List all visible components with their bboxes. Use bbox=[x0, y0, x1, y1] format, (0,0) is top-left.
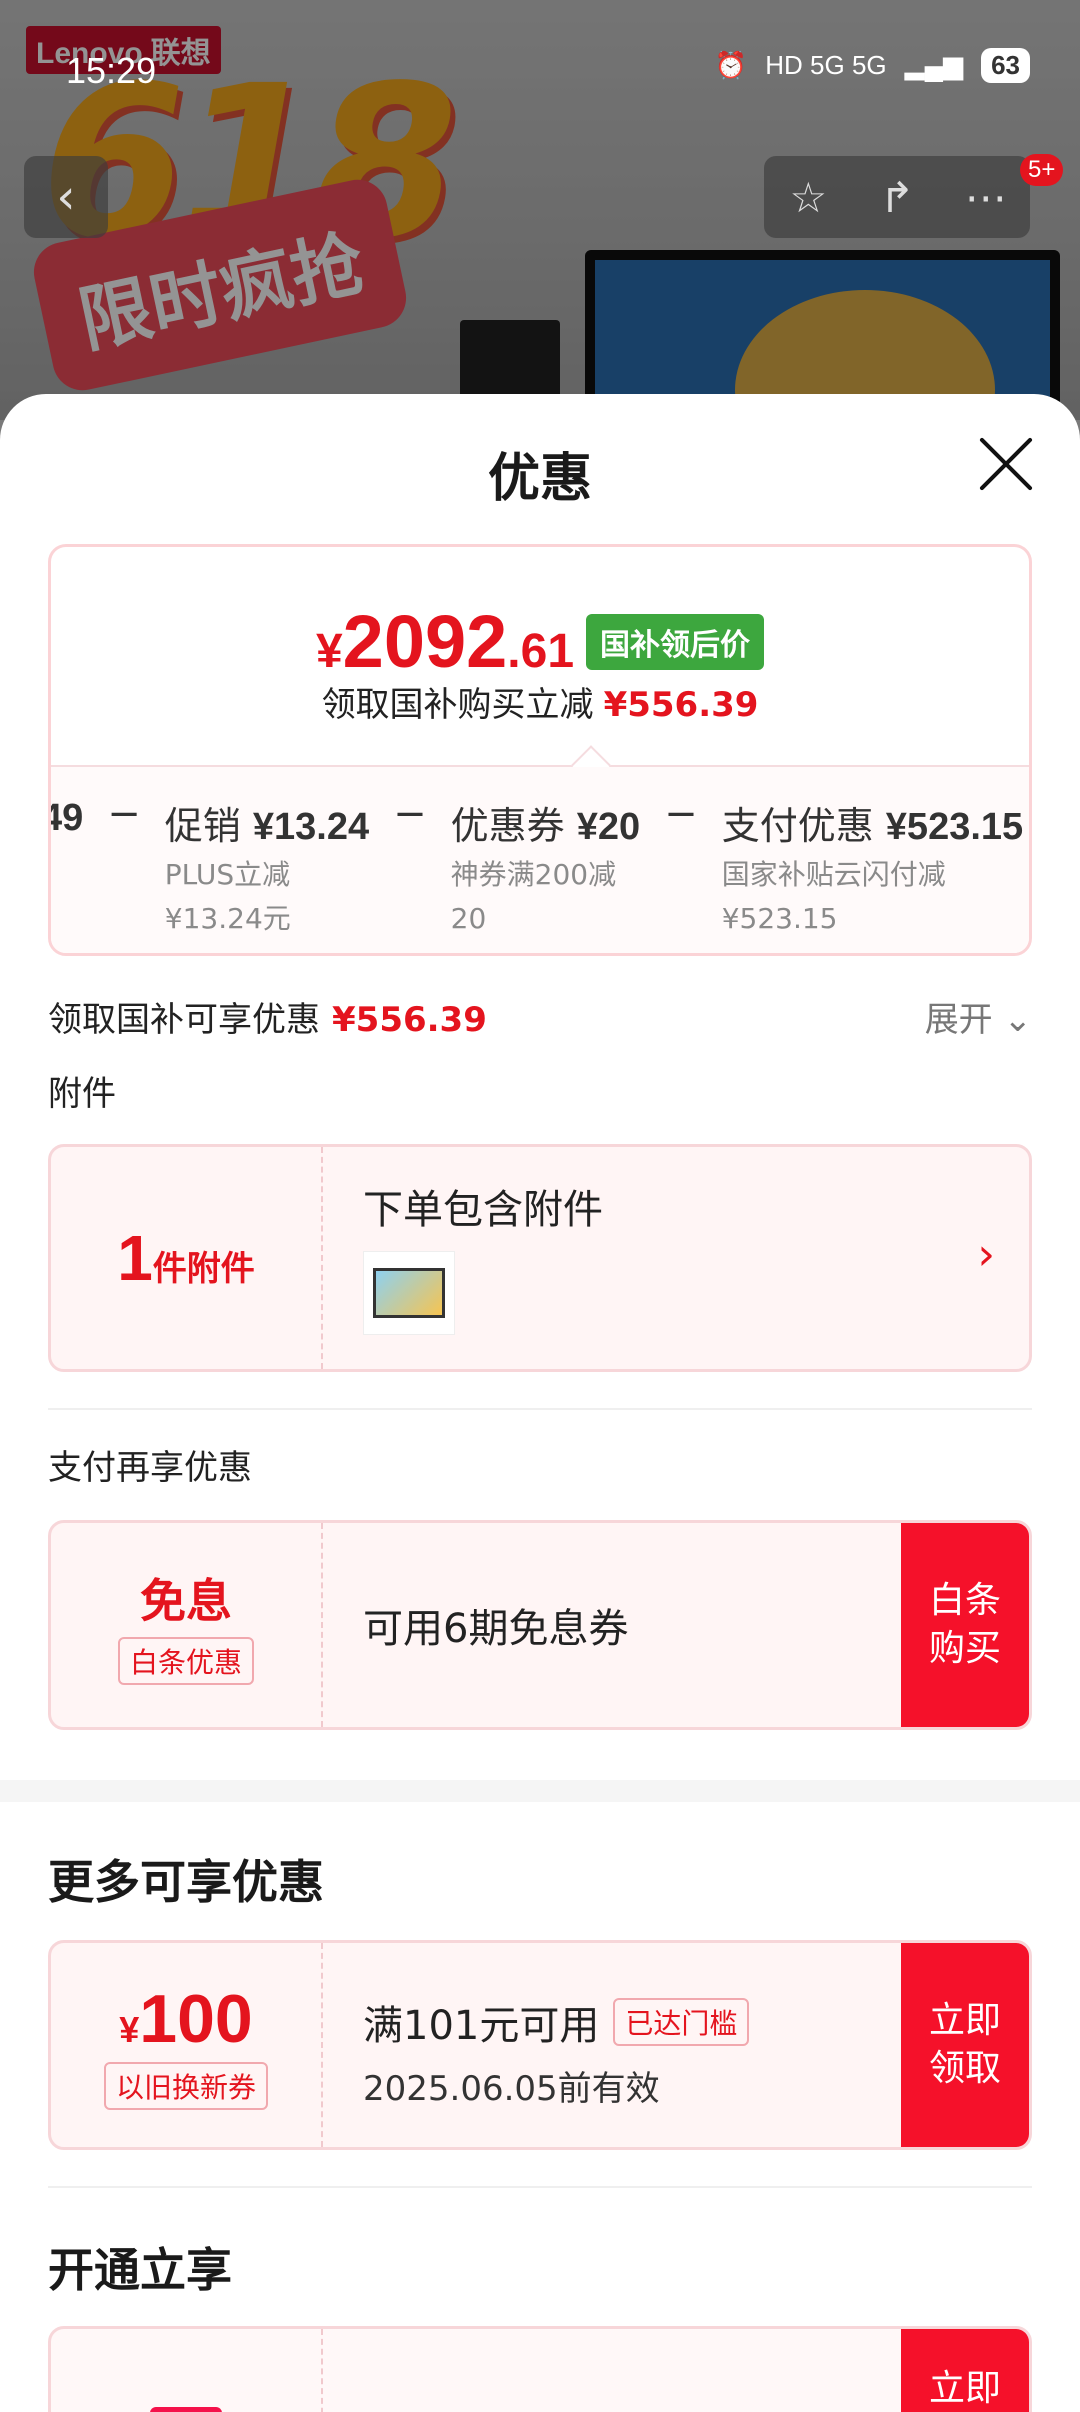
threshold-reached-tag: 已达门槛 bbox=[613, 1998, 750, 2046]
signal-icon: ▂▄▆ bbox=[904, 50, 964, 80]
breakdown-item: 优惠券 ¥20 神券满200减 20 bbox=[450, 804, 641, 935]
pay-discount-section-label: 支付再享优惠 bbox=[48, 1448, 252, 1488]
interest-free-badge: 免息 白条优惠 bbox=[51, 1523, 323, 1727]
close-icon[interactable] bbox=[976, 434, 1036, 494]
tradein-coupon-card: ¥100 以旧换新券 满101元可用 已达门槛 2025.06.05前有效 立即… bbox=[48, 1940, 1032, 2150]
favorite-star-icon[interactable]: ☆ bbox=[768, 173, 848, 222]
status-bar: 15:29 ⏰ HD 5G 5G ▂▄▆ 63 bbox=[0, 0, 1080, 140]
share-icon[interactable]: ↱ bbox=[857, 173, 937, 222]
accessory-card[interactable]: 1件附件 下单包含附件 › bbox=[48, 1144, 1032, 1372]
accessory-count: 1件附件 bbox=[51, 1147, 323, 1369]
subsidy-saving-line: 领取国补购买立减 ¥556.39 bbox=[321, 685, 759, 725]
open-benefit-card: 立即 bbox=[48, 2326, 1032, 2412]
coupon-value: ¥100 以旧换新券 bbox=[51, 1943, 323, 2147]
sheet-title: 优惠 bbox=[487, 449, 592, 509]
open-now-button[interactable]: 立即 bbox=[901, 2329, 1029, 2412]
accessory-section-label: 附件 bbox=[48, 1074, 116, 1114]
more-icon[interactable]: ⋯ bbox=[946, 173, 1026, 222]
open-benefits-title: 开通立享 bbox=[48, 2243, 232, 2297]
final-price: ¥2092.61 bbox=[315, 600, 575, 683]
minus-sign: − bbox=[393, 791, 427, 837]
back-button[interactable]: ‹ bbox=[24, 156, 108, 238]
cart-badge: 5+ bbox=[1020, 154, 1064, 186]
breakdown-item: 支付优惠 ¥523.15 国家补贴云闪付减 ¥523.15 bbox=[721, 804, 1024, 935]
breakdown-item: 促销 ¥13.24 PLUS立减 ¥13.24元 bbox=[164, 804, 370, 935]
more-discounts-title: 更多可享优惠 bbox=[48, 1855, 324, 1909]
coupon-condition: 满101元可用 bbox=[363, 2003, 600, 2049]
baitiao-buy-button[interactable]: 白条 购买 bbox=[901, 1523, 1029, 1727]
subsidy-price-tag: 国补领后价 bbox=[586, 614, 765, 670]
status-icons: ⏰ HD 5G 5G ▂▄▆ 63 bbox=[715, 48, 1030, 83]
battery-indicator: 63 bbox=[981, 48, 1030, 83]
network-indicator: HD 5G 5G bbox=[765, 50, 887, 80]
alarm-icon: ⏰ bbox=[714, 50, 748, 80]
coupon-validity: 2025.06.05前有效 bbox=[363, 2069, 660, 2109]
chevron-right-icon: › bbox=[977, 1229, 995, 1280]
price-summary-card: ¥2092.61 国补领后价 领取国补购买立减¥556.39 49 − 促销 ¥… bbox=[48, 544, 1032, 956]
status-time: 15:29 bbox=[66, 50, 157, 91]
interest-free-card: 免息 白条优惠 可用6期免息券 白条 购买 bbox=[48, 1520, 1032, 1730]
minus-sign: − bbox=[664, 791, 698, 837]
discount-sheet: 优惠 ¥2092.61 国补领后价 领取国补购买立减¥556.39 49 − bbox=[0, 394, 1080, 2412]
top-actions: ☆ ↱ ⋯ bbox=[764, 156, 1030, 238]
breakdown-item: 49 bbox=[51, 797, 84, 839]
accessory-thumbnail[interactable] bbox=[363, 1251, 455, 1335]
interest-free-desc: 可用6期免息券 bbox=[363, 1606, 629, 1652]
accessory-title: 下单包含附件 bbox=[363, 1187, 603, 1233]
chevron-down-icon: ⌄ bbox=[1003, 1000, 1033, 1040]
chevron-left-icon: ‹ bbox=[56, 169, 76, 225]
claim-coupon-button[interactable]: 立即 领取 bbox=[901, 1943, 1029, 2147]
minus-sign: − bbox=[107, 791, 141, 837]
subsidy-discount-row: 领取国补可享优惠 ¥556.39 展开 ⌄ bbox=[48, 992, 1032, 1042]
benefit-icon bbox=[51, 2329, 323, 2412]
expand-toggle[interactable]: 展开 ⌄ bbox=[925, 992, 1032, 1041]
price-breakdown: 49 − 促销 ¥13.24 PLUS立减 ¥13.24元 − 优惠券 ¥20 … bbox=[51, 791, 1029, 938]
